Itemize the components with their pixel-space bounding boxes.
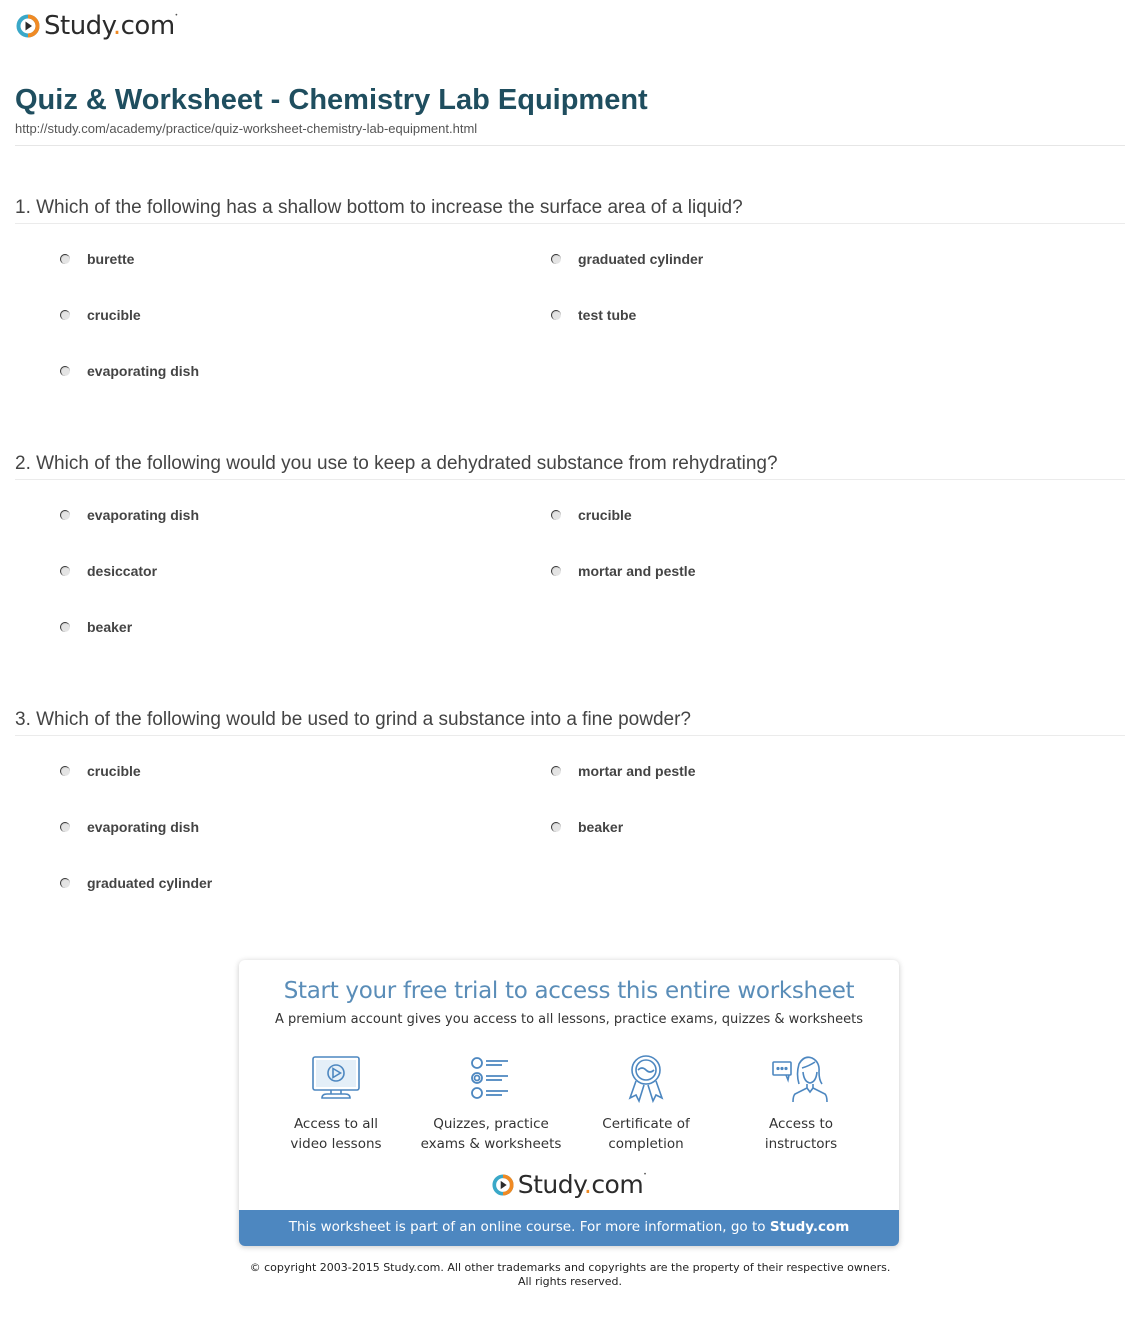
feature-quizzes: Quizzes, practice exams & worksheets [416,1054,566,1154]
header-divider [15,145,1125,146]
question-text: 2. Which of the following would you use … [15,453,778,474]
question-divider [15,223,1125,224]
study-logo[interactable]: Study.com• [16,10,178,42]
feature-label: Certificate of completion [602,1116,690,1152]
question-text: 1. Which of the following has a shallow … [15,197,743,218]
feature-label: Access to all video lessons [290,1116,382,1152]
answer-option[interactable]: beaker [60,619,132,635]
radio-button[interactable] [60,254,70,264]
feature-video-lessons: Access to all video lessons [261,1054,411,1154]
copyright: © copyright 2003-2015 Study.com. All oth… [249,1261,891,1288]
certificate-ribbon-icon [628,1055,664,1104]
page-title: Quiz & Worksheet - Chemistry Lab Equipme… [15,84,648,116]
radio-button[interactable] [60,366,70,376]
instructor-chat-icon [772,1056,828,1103]
radio-button[interactable] [60,566,70,576]
feature-certificate: Certificate of completion [571,1054,721,1154]
promo-info-bar: This worksheet is part of an online cour… [239,1210,899,1246]
question-divider [15,735,1125,736]
promo-subtitle: A premium account gives you access to al… [275,1012,863,1027]
promo-study-logo[interactable]: Study.com• [239,1172,899,1197]
answer-option[interactable]: beaker [551,819,623,835]
logo-wordmark: Study.com• [517,1170,647,1199]
free-trial-promo: Start your free trial to access this ent… [239,960,899,1246]
play-logo-icon [492,1173,514,1196]
study-link[interactable]: Study.com [770,1219,849,1235]
feature-label: Access to instructors [764,1116,838,1152]
quiz-list-icon [471,1057,508,1099]
radio-button[interactable] [60,822,70,832]
feature-label: Quizzes, practice exams & worksheets [420,1116,562,1152]
radio-button[interactable] [60,510,70,520]
radio-button[interactable] [60,622,70,632]
answer-option[interactable]: evaporating dish [60,363,199,379]
promo-bar-text: This worksheet is part of an online cour… [288,1219,770,1235]
play-logo-icon [16,14,40,38]
radio-button[interactable] [551,254,561,264]
answer-option[interactable]: burette [60,251,134,267]
radio-button[interactable] [60,766,70,776]
radio-button[interactable] [551,510,561,520]
question-3: 3. Which of the following would be used … [15,708,1125,736]
answer-option[interactable]: crucible [60,763,141,779]
promo-title[interactable]: Start your free trial to access this ent… [239,978,899,1004]
page-url: http://study.com/academy/practice/quiz-w… [15,121,478,136]
answer-option[interactable]: crucible [60,307,141,323]
question-2: 2. Which of the following would you use … [15,452,1125,480]
answer-option[interactable]: crucible [551,507,632,523]
question-1: 1. Which of the following has a shallow … [15,196,1125,224]
answer-option[interactable]: evaporating dish [60,819,199,835]
radio-button[interactable] [60,878,70,888]
video-monitor-icon [312,1056,360,1099]
radio-button[interactable] [551,822,561,832]
answer-option[interactable]: graduated cylinder [60,875,212,891]
answer-option[interactable]: mortar and pestle [551,563,695,579]
radio-button[interactable] [60,310,70,320]
answer-option[interactable]: graduated cylinder [551,251,703,267]
radio-button[interactable] [551,566,561,576]
question-divider [15,479,1125,480]
feature-instructors: Access to instructors [726,1054,876,1154]
answer-option[interactable]: desiccator [60,563,157,579]
logo-wordmark: Study.com• [44,11,178,41]
radio-button[interactable] [551,766,561,776]
answer-option[interactable]: test tube [551,307,636,323]
question-text: 3. Which of the following would be used … [15,709,691,730]
answer-option[interactable]: evaporating dish [60,507,199,523]
answer-option[interactable]: mortar and pestle [551,763,695,779]
radio-button[interactable] [551,310,561,320]
